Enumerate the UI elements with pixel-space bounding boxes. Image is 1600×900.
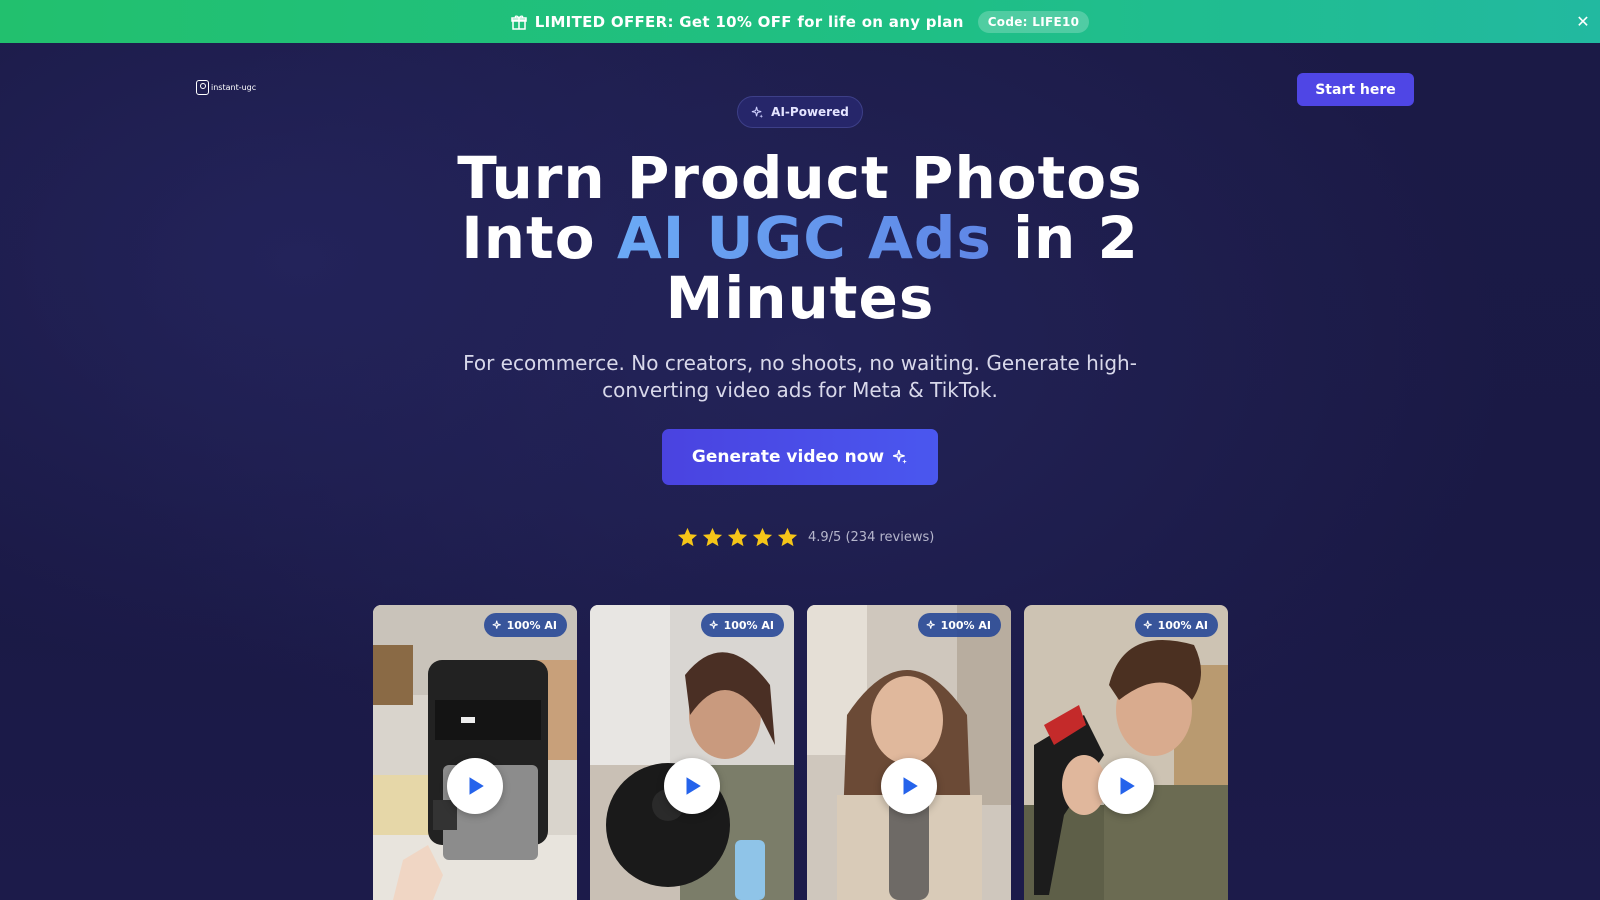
ai-badge-label: 100% AI — [506, 618, 557, 632]
gift-icon — [510, 14, 527, 30]
logo-mark-icon — [196, 80, 209, 95]
video-gallery: 100% AI 100% AI 100% AI 100% AI — [373, 605, 1228, 900]
generate-video-button[interactable]: Generate video now — [662, 429, 938, 485]
sparkles-icon — [926, 620, 935, 629]
sparkles-icon — [492, 620, 501, 629]
ai-powered-label: AI-Powered — [771, 105, 849, 119]
play-button[interactable] — [447, 758, 503, 814]
play-icon — [1120, 777, 1135, 795]
star-icon — [702, 527, 723, 547]
play-button[interactable] — [1098, 758, 1154, 814]
video-thumbnail — [1024, 605, 1228, 900]
video-card[interactable]: 100% AI — [590, 605, 794, 900]
ai-badge: 100% AI — [917, 613, 1001, 637]
hero-title-highlight: AI UGC Ads — [616, 204, 992, 272]
ai-badge: 100% AI — [483, 613, 567, 637]
play-icon — [469, 777, 484, 795]
promo-banner: LIMITED OFFER: Get 10% OFF for life on a… — [0, 0, 1600, 43]
video-card[interactable]: 100% AI — [807, 605, 1011, 900]
video-card[interactable]: 100% AI — [1024, 605, 1228, 900]
banner-text: LIMITED OFFER: Get 10% OFF for life on a… — [534, 12, 964, 31]
hero-title: Turn Product Photos Into AI UGC Ads in 2… — [400, 148, 1200, 328]
sparkles-icon — [709, 620, 718, 629]
logo[interactable]: instant-ugc — [196, 80, 256, 95]
star-icon — [677, 527, 698, 547]
ai-badge-label: 100% AI — [723, 618, 774, 632]
play-button[interactable] — [664, 758, 720, 814]
ai-badge: 100% AI — [700, 613, 784, 637]
star-rating — [676, 526, 801, 549]
ai-powered-pill: AI-Powered — [737, 96, 863, 128]
sparkles-icon — [751, 106, 764, 118]
video-thumbnail — [373, 605, 577, 900]
video-card[interactable]: 100% AI — [373, 605, 577, 900]
promo-code-badge: Code: LIFE10 — [977, 10, 1090, 33]
video-thumbnail — [807, 605, 1011, 900]
rating-text: 4.9/5 (234 reviews) — [808, 530, 935, 545]
play-icon — [903, 777, 918, 795]
ai-badge-label: 100% AI — [1157, 618, 1208, 632]
rating: 4.9/5 (234 reviews) — [676, 526, 934, 549]
ai-badge-label: 100% AI — [940, 618, 991, 632]
hero-subtitle: For ecommerce. No creators, no shoots, n… — [463, 351, 1137, 402]
play-button[interactable] — [881, 758, 937, 814]
sparkles-icon — [893, 449, 907, 464]
star-icon — [777, 527, 798, 547]
sparkles-icon — [1143, 620, 1152, 629]
ai-badge: 100% AI — [1134, 613, 1218, 637]
video-thumbnail — [590, 605, 794, 900]
generate-video-label: Generate video now — [691, 447, 885, 467]
play-icon — [686, 777, 701, 795]
start-here-button[interactable]: Start here — [1297, 73, 1414, 106]
logo-text: instant-ugc — [211, 83, 257, 92]
star-icon — [727, 527, 748, 547]
star-icon — [752, 527, 773, 547]
close-banner-button[interactable]: ✕ — [1576, 12, 1590, 31]
